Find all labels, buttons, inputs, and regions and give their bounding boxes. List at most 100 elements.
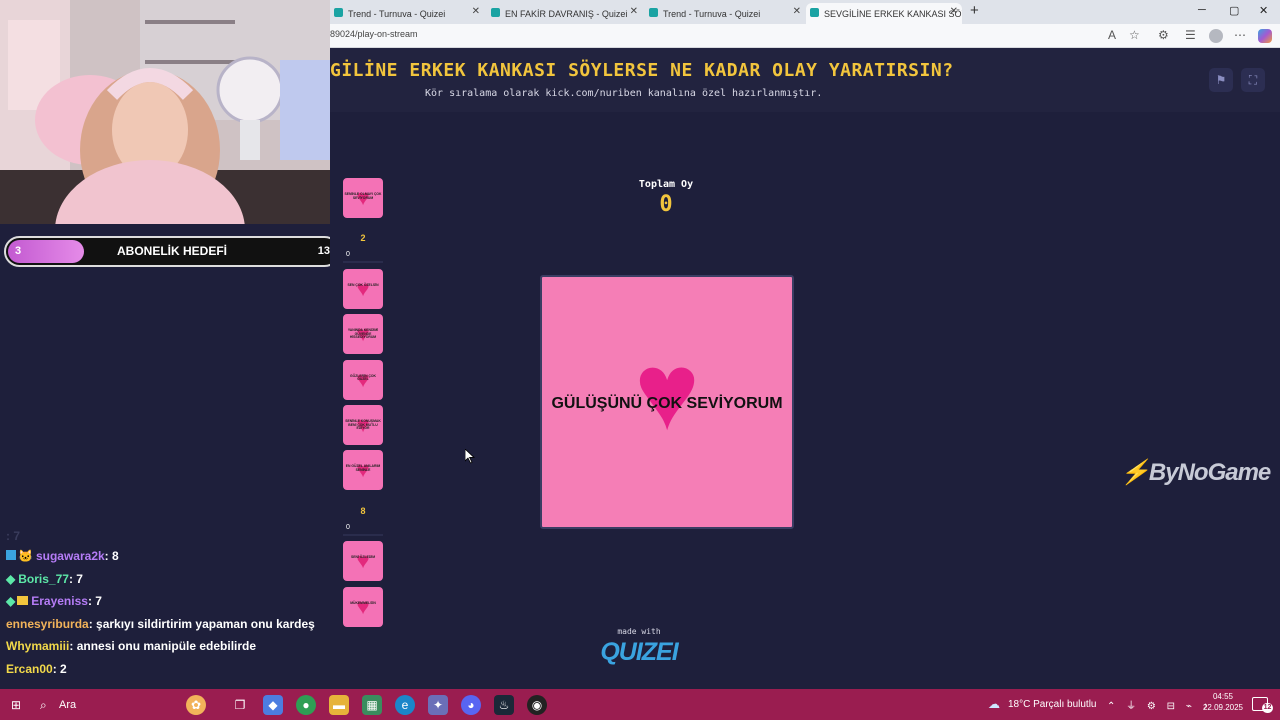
rank-slot: 1♥SENİNLE OLMAYI ÇOK SEVİYORUM <box>330 178 390 218</box>
minimize-button[interactable]: ─ <box>1198 4 1206 16</box>
rank-number: 8 <box>360 505 366 516</box>
extensions-icon[interactable]: ⚙ <box>1158 28 1169 42</box>
rank-item-text: MÜKEMMELSİN <box>350 600 376 605</box>
browser-tab-strip: Trend - Turnuva - Quizei ✕ EN FAKİR DAVR… <box>330 0 1280 24</box>
heart-icon: ♥ <box>356 548 370 574</box>
chat-username: Whymamiii <box>6 639 70 653</box>
quiz-subtitle: Kör sıralama olarak kick.com/nuriben kan… <box>425 88 823 99</box>
chat-username: Boris_77 <box>18 572 69 586</box>
rank-number: 2 <box>360 233 366 244</box>
task-view-icon[interactable]: ❐ <box>230 695 250 715</box>
stream-chat: : 7 🐱 sugawara2k: 8 ◆ Boris_77: 7 ◆ Erayeni… <box>0 267 330 689</box>
close-window-button[interactable]: ✕ <box>1259 4 1268 17</box>
rank-item-thumbnail[interactable]: ♥ SENİNLE OLMAYI ÇOK SEVİYORUM <box>343 178 383 218</box>
rank-slot: 20 <box>330 223 390 264</box>
system-tray-icons[interactable]: ⌃ ⏚ ⚙ ⊟ ⌁ ♪ <box>1107 697 1212 712</box>
rank-item-thumbnail[interactable]: ♥ SEN ÇOK ÖZELSİN <box>343 268 383 309</box>
chrome-icon[interactable]: ● <box>296 695 316 715</box>
chat-text: : 8 <box>104 549 119 563</box>
tab-label: Trend - Turnuva - Quizei <box>663 8 761 19</box>
quiz-title: GİLİNE ERKEK KANKASI SÖYLERSE NE KADAR O… <box>330 60 954 81</box>
edge-icon[interactable]: e <box>395 695 415 715</box>
tab-label: Trend - Turnuva - Quizei <box>348 8 446 19</box>
address-bar[interactable]: 89024/play-on-stream <box>330 29 418 39</box>
tab-label: EN FAKİR DAVRANIŞ - Quizei <box>505 8 628 19</box>
browser-tab-active[interactable]: SEVGİLİNE ERKEK KANKASI SÖYL ✕ <box>806 3 962 24</box>
chat-username: ennesyriburda <box>6 617 89 631</box>
rank-item-thumbnail[interactable]: ♥ SENİNLE KONUŞMAK BENİ ÇOK MUTLU EDİYOR <box>343 405 383 445</box>
clock-date[interactable]: 22.09.2025 <box>1199 703 1247 712</box>
browser-tab[interactable]: Trend - Turnuva - Quizei ✕ <box>330 3 484 24</box>
rank-item-thumbnail[interactable]: ♥ EN GÜZEL ANILARIM SENİNLE <box>343 450 383 491</box>
sponsor-name: ByNoGame <box>1148 459 1271 486</box>
rank-item-text: SENİ ÖZLEDİM <box>350 555 376 560</box>
rank-slot: 7♥EN GÜZEL ANILARIM SENİNLE <box>330 450 390 491</box>
file-explorer-icon[interactable]: ▬ <box>329 695 349 715</box>
rank-slot: 10♥MÜKEMMELSİN <box>330 586 390 627</box>
sponsor-logo: ⚡ByNoGame <box>1120 458 1271 487</box>
goal-label: ABONELİK HEDEFİ <box>116 244 227 258</box>
steam-icon[interactable]: ♨ <box>494 695 514 715</box>
browser-toolbar: 89024/play-on-stream A ☆ ⚙ ☰ ⋯ <box>330 24 1280 48</box>
clock-time[interactable]: 04:55 <box>1203 692 1243 701</box>
rank-vote-count: 0 <box>346 251 350 259</box>
chat-message: ◆ Erayeniss: 7 <box>6 594 102 608</box>
windows-start-icon[interactable]: ⊞ <box>6 695 26 715</box>
tab-close-icon[interactable]: ✕ <box>793 6 801 17</box>
rank-vote-count: 0 <box>346 523 350 531</box>
rank-slot: 9♥SENİ ÖZLEDİM <box>330 541 390 582</box>
chat-text: : 7 <box>87 594 102 608</box>
rank-item-text: EN GÜZEL ANILARIM SENİNLE <box>345 464 381 472</box>
browser-tab[interactable]: Trend - Turnuva - Quizei ✕ <box>645 3 805 24</box>
heart-icon: ♥ <box>634 330 700 453</box>
more-menu-icon[interactable]: ⋯ <box>1234 28 1246 42</box>
taskbar-search[interactable]: Ara <box>59 699 76 711</box>
rank-slot: 3♥SEN ÇOK ÖZELSİN <box>330 268 390 309</box>
app-icon[interactable]: ✦ <box>428 695 448 715</box>
rank-slot: 4♥YANINDA KENDİMİ GÜVENDE HİSSEDİYORUM <box>330 314 390 355</box>
rank-item-text: SENİNLE OLMAYI ÇOK SEVİYORUM <box>344 192 382 200</box>
rank-slot: 5♥GÖZLERİN ÇOK GÜZEL <box>330 359 390 400</box>
quizei-logo[interactable]: QUIZEI <box>586 638 692 667</box>
new-tab-button[interactable]: + <box>970 2 979 19</box>
fullscreen-button[interactable]: ⛶ <box>1241 68 1265 92</box>
rank-item-thumbnail[interactable]: ♥ MÜKEMMELSİN <box>343 586 383 627</box>
tab-close-icon[interactable]: ✕ <box>472 6 480 17</box>
discord-icon[interactable]: ◕ <box>461 695 481 715</box>
quizei-favicon-icon <box>491 8 500 17</box>
store-icon[interactable]: ▦ <box>362 695 382 715</box>
report-flag-button[interactable]: ⚑ <box>1209 68 1233 92</box>
maximize-button[interactable]: ▢ <box>1229 4 1239 17</box>
chat-message: 🐱 sugawara2k: 8 <box>6 549 119 563</box>
rank-empty-slot[interactable]: 20 <box>343 223 383 264</box>
weather-text[interactable]: 18°C Parçalı bulutlu <box>1008 699 1097 710</box>
rank-item-thumbnail[interactable]: ♥ YANINDA KENDİMİ GÜVENDE HİSSEDİYORUM <box>343 314 383 355</box>
favorite-star-icon[interactable]: ☆ <box>1129 28 1140 42</box>
obs-icon[interactable]: ◉ <box>527 695 547 715</box>
rank-empty-slot[interactable]: 80 <box>343 496 383 536</box>
profile-icon[interactable] <box>1209 29 1223 43</box>
read-aloud-icon[interactable]: A <box>1108 28 1116 42</box>
rank-item-text: GÖZLERİN ÇOK GÜZEL <box>350 373 376 382</box>
copilot-icon[interactable] <box>1258 29 1272 43</box>
windows-taskbar: ⊞ ⌕ Ara ✿ ❐ ◆ ● ▬ ▦ e ✦ ◕ ♨ ◉ ☁ 18°C Par… <box>0 689 1280 720</box>
browser-tab[interactable]: EN FAKİR DAVRANIŞ - Quizei ✕ <box>487 3 642 24</box>
chat-text: : 7 <box>68 572 83 586</box>
chat-faded-line: : 7 <box>6 529 21 543</box>
chat-text: : şarkıyı sildirtirim yapaman onu kardeş <box>88 617 315 631</box>
copilot-app-icon[interactable]: ◆ <box>263 695 283 715</box>
search-icon[interactable]: ⌕ <box>40 698 47 713</box>
tab-close-icon[interactable]: ✕ <box>630 6 638 17</box>
widgets-icon[interactable]: ✿ <box>186 695 206 715</box>
subscription-goal-bar: 3 ABONELİK HEDEFİ 13 <box>4 236 340 267</box>
favorites-icon[interactable]: ☰ <box>1185 28 1196 42</box>
rank-item-text: SEN ÇOK ÖZELSİN <box>347 282 379 287</box>
quizei-favicon-icon <box>649 8 658 17</box>
tab-close-icon[interactable]: ✕ <box>950 6 958 17</box>
rank-item-thumbnail[interactable]: ♥ SENİ ÖZLEDİM <box>343 541 383 582</box>
chat-username: Ercan00 <box>6 662 53 676</box>
notification-count: 12 <box>1262 703 1273 713</box>
rank-item-thumbnail[interactable]: ♥ GÖZLERİN ÇOK GÜZEL <box>343 359 383 400</box>
chat-message: Ercan00: 2 <box>6 662 67 676</box>
chat-message: ◆ Boris_77: 7 <box>6 572 83 586</box>
